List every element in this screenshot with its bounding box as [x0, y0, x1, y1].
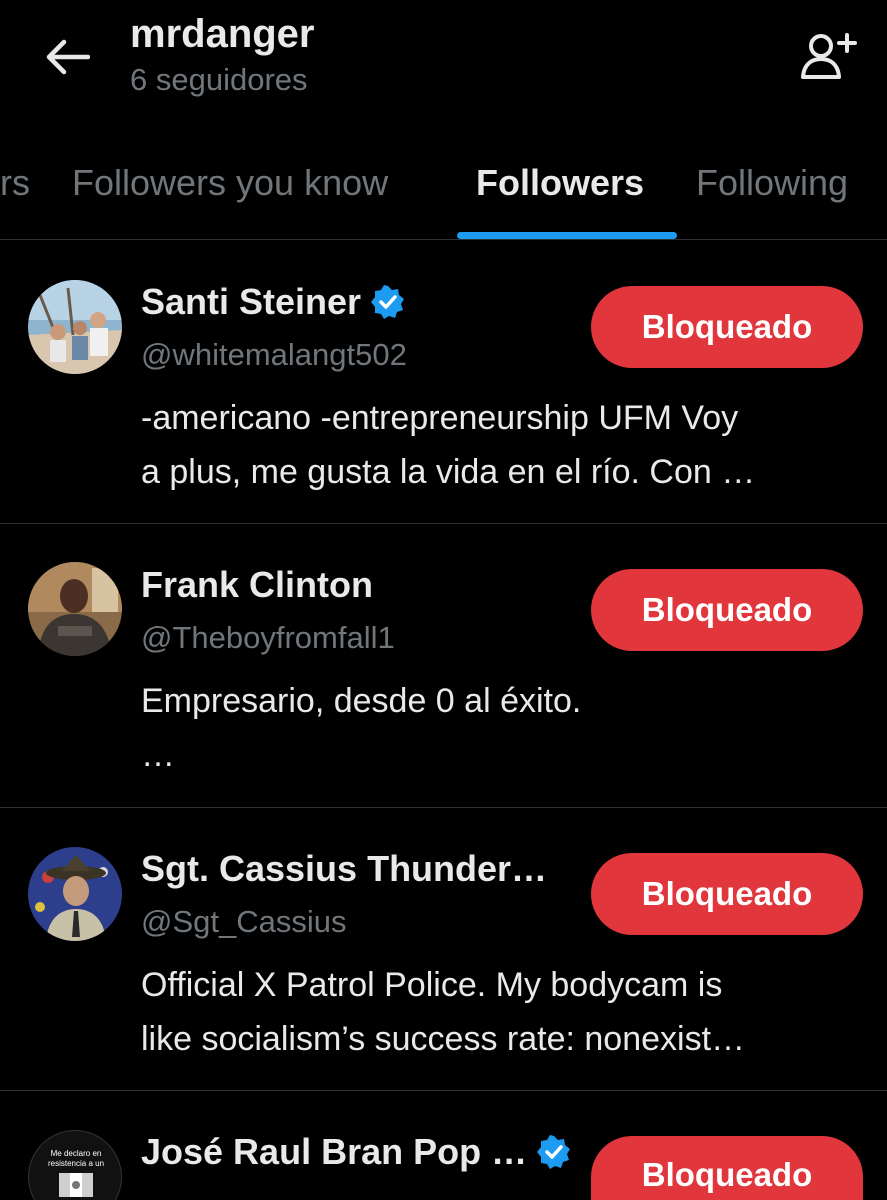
blocked-button[interactable]: Bloqueado: [591, 286, 863, 368]
user-bio: Official X Patrol Police. My bodycam is …: [141, 958, 871, 1066]
tab-following[interactable]: Following: [696, 162, 848, 204]
blocked-button[interactable]: Bloqueado: [591, 569, 863, 651]
add-user-button[interactable]: [798, 28, 858, 84]
avatar-photo: [28, 847, 122, 941]
name-line: Sgt. Cassius Thunder…: [141, 848, 547, 890]
bio-line: …: [141, 736, 175, 774]
flag-image: [59, 1173, 93, 1197]
tab-followers-you-know[interactable]: Followers you know: [72, 162, 388, 204]
avatar[interactable]: [28, 562, 122, 656]
bio-line: -americano -entrepreneurship UFM Voy: [141, 399, 739, 437]
back-button[interactable]: [40, 30, 94, 84]
tab-bar: rs Followers you know Followers Followin…: [0, 140, 887, 240]
display-name[interactable]: Frank Clinton: [141, 564, 373, 606]
profile-header: mrdanger 6 seguidores: [0, 0, 887, 130]
bio-line: a plus, me gusta la vida en el río. Con …: [141, 453, 756, 491]
user-handle: @whitemalangt502: [141, 337, 407, 372]
active-tab-indicator: [457, 232, 677, 239]
display-name[interactable]: Sgt. Cassius Thunder…: [141, 848, 547, 890]
avatar-photo: [28, 562, 122, 656]
avatar[interactable]: [28, 280, 122, 374]
bio-line: Empresario, desde 0 al éxito.: [141, 682, 582, 720]
tab-followers[interactable]: Followers: [476, 162, 644, 204]
name-line: Santi Steiner: [141, 281, 405, 323]
user-handle: @Sgt_Cassius: [141, 904, 347, 939]
user-handle: @Theboyfromfall1: [141, 620, 395, 655]
tab-partial[interactable]: rs: [0, 162, 30, 204]
arrow-left-icon: [46, 39, 90, 75]
avatar-photo: [28, 280, 122, 374]
blocked-button[interactable]: Bloqueado: [591, 1136, 863, 1200]
name-line: Frank Clinton: [141, 564, 373, 606]
name-line: José Raul Bran Pop …: [141, 1131, 571, 1173]
verified-badge-icon: [371, 285, 405, 319]
bio-line: Official X Patrol Police. My bodycam is: [141, 966, 723, 1004]
user-bio: Empresario, desde 0 al éxito. …: [141, 674, 871, 782]
add-user-icon: [801, 33, 857, 79]
follower-count: 6 seguidores: [130, 62, 308, 97]
page-title: mrdanger: [130, 12, 315, 56]
display-name[interactable]: Santi Steiner: [141, 281, 361, 323]
verified-badge-icon: [537, 1135, 571, 1169]
follower-row[interactable]: Frank Clinton @Theboyfromfall1 Empresari…: [0, 524, 887, 808]
avatar[interactable]: [28, 847, 122, 941]
avatar[interactable]: Me declaro en resistencia a un: [28, 1130, 122, 1200]
follower-row[interactable]: Me declaro en resistencia a un José Raul…: [0, 1091, 887, 1200]
display-name[interactable]: José Raul Bran Pop …: [141, 1131, 527, 1173]
avatar-text: Me declaro en resistencia a un: [47, 1149, 105, 1168]
follower-row[interactable]: Sgt. Cassius Thunder… @Sgt_Cassius Offic…: [0, 808, 887, 1091]
user-bio: -americano -entrepreneurship UFM Voy a p…: [141, 391, 871, 499]
blocked-button[interactable]: Bloqueado: [591, 853, 863, 935]
bio-line: like socialism’s success rate: nonexist…: [141, 1020, 746, 1058]
follower-row[interactable]: Santi Steiner @whitemalangt502 -american…: [0, 241, 887, 524]
